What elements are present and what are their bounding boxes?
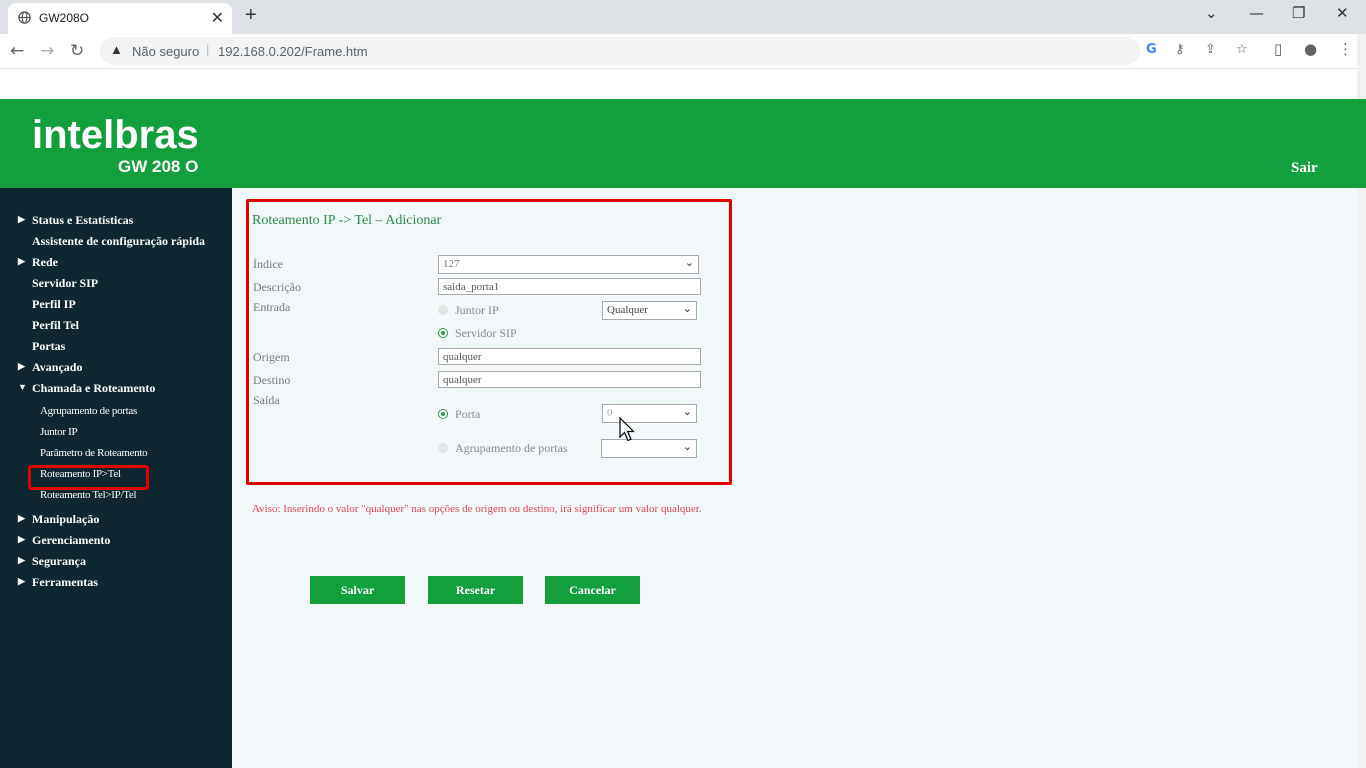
chevron-down-icon: ⌄ bbox=[684, 256, 694, 269]
sidebar-item-label: Perfil IP bbox=[32, 297, 76, 311]
destino-label: Destino bbox=[253, 373, 291, 387]
sidebar-item-label: Manipulação bbox=[32, 512, 100, 526]
tab-title: GW208O bbox=[39, 11, 90, 25]
sidebar-highlight-box bbox=[28, 465, 149, 490]
servidor-sip-label: Servidor SIP bbox=[455, 326, 517, 340]
expand-arrow-icon: ▶ bbox=[18, 513, 25, 523]
omnibox[interactable]: ▲ Não seguro | 192.168.0.202/Frame.htm G… bbox=[100, 37, 1248, 65]
sidebar-item-label: Avançado bbox=[32, 360, 83, 374]
saida-label: Saída bbox=[253, 393, 280, 407]
indice-label: Índice bbox=[253, 257, 283, 271]
cancel-button[interactable]: Cancelar bbox=[545, 576, 640, 604]
globe-icon bbox=[18, 11, 31, 24]
sidebar-item-label: Assistente de configuração rápida bbox=[32, 234, 205, 248]
agrupamento-label: Agrupamento de portas bbox=[455, 441, 568, 455]
sidebar-subitem-agrupamento[interactable]: Agrupamento de portas bbox=[40, 405, 137, 417]
warning-icon[interactable]: ▲ bbox=[110, 42, 123, 57]
address-bar: ← → ↻ ▲ Não seguro | 192.168.0.202/Frame… bbox=[0, 34, 1366, 69]
indice-value: 127 bbox=[443, 258, 460, 270]
bookmark-star-icon[interactable]: ☆ bbox=[1236, 42, 1248, 57]
expand-arrow-icon: ▶ bbox=[18, 534, 25, 544]
tab-close-icon[interactable]: ✕ bbox=[211, 8, 224, 28]
side-panel-icon[interactable]: ▯ bbox=[1274, 40, 1282, 58]
agrupamento-radio[interactable] bbox=[438, 443, 448, 453]
sidebar-item-label: Servidor SIP bbox=[32, 276, 99, 290]
intelbras-logo: intelbras bbox=[32, 113, 199, 157]
sidebar-subitem-parametro-roteamento[interactable]: Parâmetro de Roteamento bbox=[40, 447, 148, 459]
collapse-arrow-icon: ▼ bbox=[18, 382, 27, 392]
expand-arrow-icon: ▶ bbox=[18, 576, 25, 586]
browser-tab-bar: GW208O ✕ + ⌄ — ❐ ✕ bbox=[0, 0, 1366, 34]
juntor-ip-radio[interactable] bbox=[438, 305, 448, 315]
servidor-sip-radio[interactable] bbox=[438, 328, 448, 338]
new-tab-button[interactable]: + bbox=[245, 4, 257, 27]
page-title: Roteamento IP -> Tel – Adicionar bbox=[252, 213, 442, 228]
chevron-down-icon: ⌄ bbox=[682, 440, 692, 453]
page-header: intelbras GW 208 O Sair bbox=[0, 99, 1366, 188]
chevron-down-icon: ⌄ bbox=[682, 405, 692, 418]
indice-select[interactable]: 127 ⌄ bbox=[438, 255, 699, 274]
google-icon[interactable]: G bbox=[1146, 42, 1157, 57]
share-icon[interactable]: ⇪ bbox=[1205, 42, 1216, 57]
expand-arrow-icon: ▶ bbox=[18, 555, 25, 565]
descricao-label: Descrição bbox=[253, 280, 301, 294]
sidebar-item-label: Chamada e Roteamento bbox=[32, 381, 156, 395]
juntor-ip-label: Juntor IP bbox=[455, 303, 499, 317]
sidebar-item-label: Portas bbox=[32, 339, 66, 353]
descricao-input[interactable]: saida_porta1 bbox=[438, 278, 701, 295]
sidebar-item-label: Perfil Tel bbox=[32, 318, 79, 332]
key-icon[interactable]: ⚷ bbox=[1175, 42, 1185, 57]
destino-input[interactable]: qualquer bbox=[438, 371, 701, 388]
security-label[interactable]: Não seguro bbox=[132, 44, 199, 59]
warning-text: Aviso: Inserindo o valor "qualquer" nas … bbox=[252, 503, 702, 515]
expand-arrow-icon: ▶ bbox=[18, 256, 25, 266]
origem-label: Origem bbox=[253, 350, 290, 364]
tab-search-icon[interactable]: ⌄ bbox=[1205, 4, 1218, 22]
juntor-ip-select[interactable]: Qualquer ⌄ bbox=[602, 301, 697, 320]
reload-icon[interactable]: ↻ bbox=[70, 41, 84, 61]
url-text[interactable]: 192.168.0.202/Frame.htm bbox=[218, 44, 368, 59]
origem-input[interactable]: qualquer bbox=[438, 348, 701, 365]
expand-arrow-icon: ▶ bbox=[18, 214, 25, 224]
logout-link[interactable]: Sair bbox=[1291, 160, 1318, 177]
window-close-icon[interactable]: ✕ bbox=[1336, 4, 1349, 22]
forward-icon[interactable]: → bbox=[40, 41, 54, 61]
save-button[interactable]: Salvar bbox=[310, 576, 405, 604]
menu-kebab-icon[interactable]: ⋮ bbox=[1338, 40, 1353, 58]
mouse-cursor-icon bbox=[619, 417, 635, 442]
chevron-down-icon: ⌄ bbox=[682, 302, 692, 315]
porta-select[interactable]: 0 ⌄ bbox=[602, 404, 697, 423]
porta-select-value: 0 bbox=[607, 407, 613, 419]
agrupamento-select[interactable]: ⌄ bbox=[601, 439, 697, 458]
sidebar-item-label: Ferramentas bbox=[32, 575, 98, 589]
sidebar-item-label: Segurança bbox=[32, 554, 86, 568]
sidebar-subitem-roteamento-tel-ip[interactable]: Roteamento Tel>IP/Tel bbox=[40, 489, 137, 501]
sidebar-subitem-juntor-ip[interactable]: Juntor IP bbox=[40, 426, 78, 438]
omnibox-divider: | bbox=[206, 42, 210, 57]
entrada-label: Entrada bbox=[253, 300, 291, 314]
expand-arrow-icon: ▶ bbox=[18, 361, 25, 371]
juntor-ip-select-value: Qualquer bbox=[607, 304, 648, 316]
sidebar-item-label: Rede bbox=[32, 255, 58, 269]
browser-tab[interactable]: GW208O ✕ bbox=[8, 3, 232, 34]
porta-label: Porta bbox=[455, 407, 481, 421]
profile-icon[interactable]: ● bbox=[1304, 40, 1317, 58]
sidebar-item-label: Status e Estatísticas bbox=[32, 213, 134, 227]
restore-icon[interactable]: ❐ bbox=[1292, 4, 1305, 22]
device-model: GW 208 O bbox=[118, 157, 199, 176]
sidebar-item-label: Gerenciamento bbox=[32, 533, 111, 547]
back-icon[interactable]: ← bbox=[10, 41, 24, 61]
reset-button[interactable]: Resetar bbox=[428, 576, 523, 604]
minimize-icon[interactable]: — bbox=[1249, 4, 1264, 22]
porta-radio[interactable] bbox=[438, 409, 448, 419]
